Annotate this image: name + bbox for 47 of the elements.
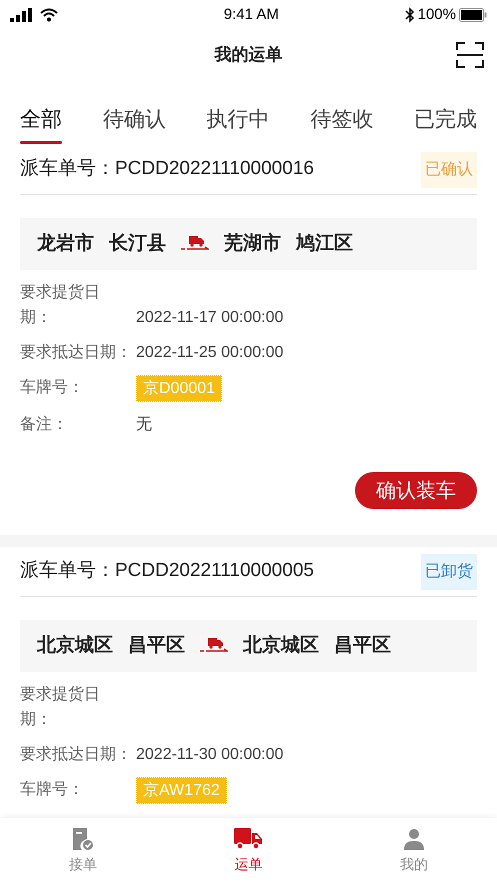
field-value: 2022-11-30 00:00:00	[136, 745, 284, 765]
place-name: 昌平区	[334, 634, 391, 658]
field-value: 2022-11-17 00:00:00	[136, 308, 284, 328]
place-name: 北京城区	[243, 634, 319, 658]
license-plate: 京D00001	[136, 375, 222, 402]
status-badge: 已确认	[421, 152, 477, 188]
place-name: 北京城区	[37, 634, 113, 658]
bluetooth-icon	[404, 7, 415, 23]
field-label: 车牌号：	[20, 780, 85, 800]
truck-icon	[233, 826, 264, 850]
document-check-icon	[70, 826, 95, 850]
truck-route-icon	[181, 235, 209, 253]
order-number: PCDD20221110000016	[115, 157, 314, 182]
battery-percent: 100%	[418, 4, 456, 25]
place-name: 昌平区	[128, 634, 185, 658]
order-number-label: 派车单号：	[20, 559, 115, 584]
field-label: 要求提货日期：	[20, 282, 101, 328]
tab[interactable]: 待签收	[310, 95, 374, 145]
field-value: 无	[136, 415, 152, 435]
field-label: 车牌号：	[20, 378, 85, 398]
field-value: 2022-11-25 00:00:00	[136, 343, 284, 363]
field-label: 要求抵达日期：	[20, 744, 133, 765]
order-number-label: 派车单号：	[20, 157, 115, 182]
place-name: 长汀县	[109, 232, 166, 256]
tab[interactable]: 全部	[20, 95, 62, 145]
status-time: 9:41 AM	[224, 4, 279, 25]
order-number: PCDD20221110000005	[115, 559, 314, 584]
field-label: 要求抵达日期：	[20, 342, 133, 363]
field-label: 备注：	[20, 414, 69, 435]
field-label: 要求提货日期：	[20, 684, 101, 730]
tab[interactable]: 已完成	[414, 95, 477, 145]
page-title: 我的运单	[214, 44, 282, 66]
confirm-loading-button[interactable]: 确认装车	[355, 472, 477, 509]
bottom-tab[interactable]: 运单	[166, 818, 332, 883]
battery-icon	[458, 8, 487, 22]
scan-icon[interactable]	[456, 41, 484, 69]
place-name: 龙岩市	[37, 232, 94, 256]
status-badge: 已卸货	[421, 554, 477, 590]
license-plate: 京AW1762	[136, 777, 227, 804]
person-icon	[402, 826, 426, 850]
wifi-icon	[40, 8, 58, 22]
place-name: 芜湖市	[224, 232, 281, 256]
tab[interactable]: 待确认	[102, 95, 166, 145]
signal-icon	[10, 8, 34, 22]
place-name: 鸠江区	[296, 232, 353, 256]
truck-route-icon	[200, 637, 228, 655]
tab[interactable]: 执行中	[206, 95, 270, 145]
